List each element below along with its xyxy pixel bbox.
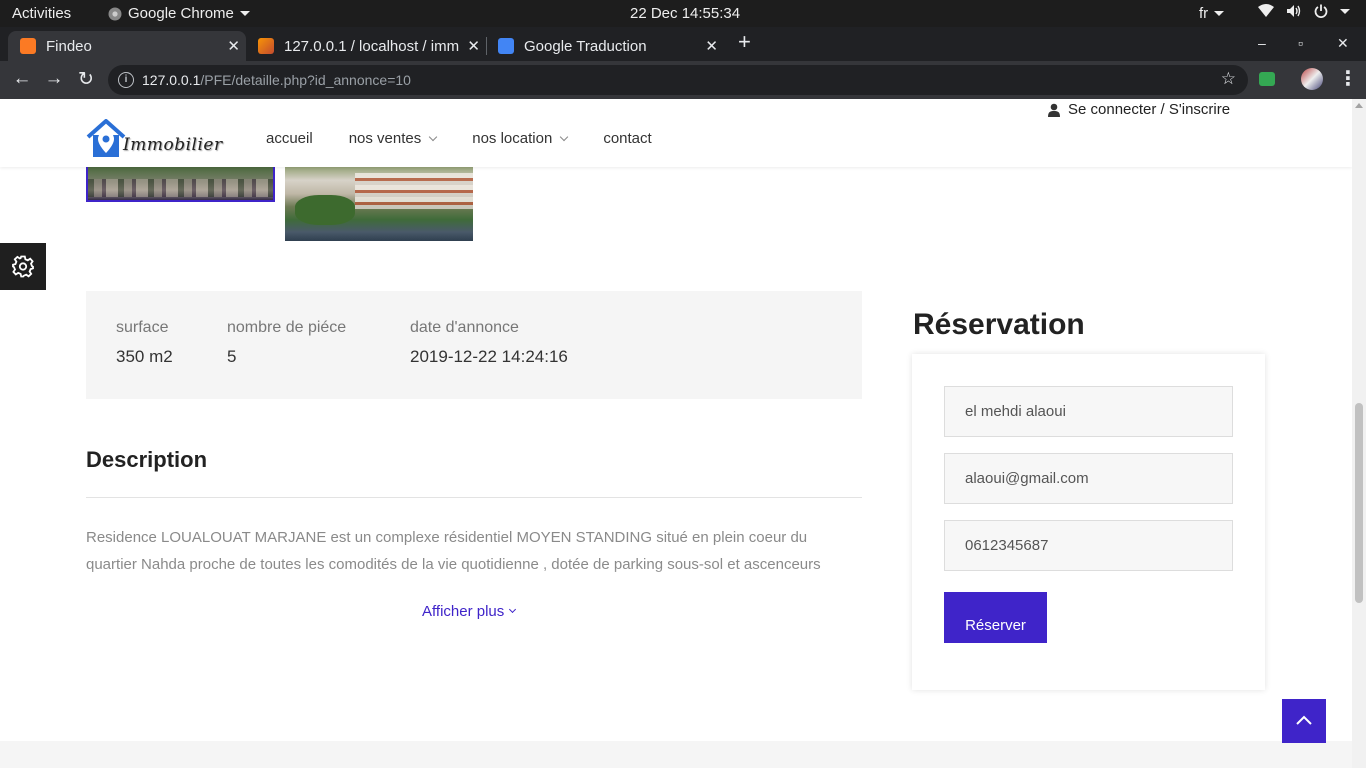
detail-value: 5: [227, 347, 237, 366]
reserve-button[interactable]: Réserver: [944, 592, 1047, 643]
login-link[interactable]: Se connecter / S'inscrire: [1048, 101, 1230, 118]
app-menu[interactable]: Google Chrome: [108, 5, 250, 22]
nav-accueil[interactable]: accueil: [266, 130, 313, 147]
volume-icon: [1287, 5, 1301, 17]
back-to-top-button[interactable]: [1282, 699, 1326, 743]
chevron-down-icon: [1340, 8, 1350, 14]
close-window-button[interactable]: ✕: [1337, 35, 1349, 52]
extension-icon[interactable]: [1259, 72, 1275, 86]
property-details: surface 350 m2 nombre de piéce 5 date d'…: [86, 291, 862, 399]
gallery-thumbnail[interactable]: [285, 165, 473, 241]
browser-toolbar: ← → ↻ i 127.0.0.1/PFE/detaille.php?id_an…: [0, 61, 1366, 99]
back-arrow-icon[interactable]: ←: [10, 68, 34, 90]
keyboard-layout-label: fr: [1199, 5, 1209, 22]
show-more-link[interactable]: Afficher plus: [422, 603, 517, 620]
nav-nos-location[interactable]: nos location: [472, 130, 569, 147]
phone-field[interactable]: [944, 520, 1233, 571]
minimize-button[interactable]: –: [1258, 35, 1266, 51]
main-nav: accueil nos ventes nos location contact: [266, 130, 688, 147]
thumbnail-detail: [295, 195, 355, 225]
nav-label: accueil: [266, 130, 313, 147]
google-translate-icon: [498, 38, 514, 54]
nav-label: nos location: [472, 130, 553, 147]
close-icon[interactable]: ✕: [467, 37, 480, 55]
new-tab-button[interactable]: +: [738, 29, 751, 55]
bookmark-star-icon[interactable]: ☆: [1221, 69, 1236, 89]
name-field[interactable]: [944, 386, 1233, 437]
phpmyadmin-icon: [258, 38, 274, 54]
maximize-button[interactable]: ▫: [1298, 35, 1303, 51]
detail-label: date d'annonce: [410, 319, 519, 336]
detail-label: surface: [116, 319, 169, 336]
os-top-bar: Activities Google Chrome 22 Dec 14:55:34…: [0, 0, 1366, 27]
clock[interactable]: 22 Dec 14:55:34: [630, 5, 740, 22]
detail-rooms: nombre de piéce 5: [227, 319, 346, 367]
detail-date: date d'annonce 2019-12-22 14:24:16: [410, 319, 568, 367]
tab-google-traduction[interactable]: Google Traduction ✕: [486, 31, 724, 61]
page-scrollbar[interactable]: [1352, 99, 1366, 768]
reload-icon[interactable]: ↻: [74, 68, 98, 91]
gear-icon: [12, 255, 34, 278]
profile-avatar[interactable]: [1301, 68, 1323, 90]
login-label: Se connecter / S'inscrire: [1068, 101, 1231, 118]
tab-title: 127.0.0.1 / localhost / imm: [284, 37, 459, 55]
app-menu-label: Google Chrome: [128, 5, 234, 22]
info-icon[interactable]: i: [118, 72, 134, 88]
brand-name: Immobilier: [123, 135, 223, 155]
url-path: /PFE/detaille.php?id_annonce=10: [200, 72, 411, 88]
chevron-down-icon: [1214, 11, 1225, 16]
thumbnail-detail: [355, 173, 473, 209]
email-field[interactable]: [944, 453, 1233, 504]
nav-label: nos ventes: [348, 130, 422, 147]
power-icon: [1314, 4, 1328, 18]
divider: [86, 497, 862, 498]
chevron-down-icon: [560, 132, 569, 141]
wifi-icon: [1258, 4, 1274, 17]
detail-surface: surface 350 m2: [116, 319, 173, 367]
reservation-form: Réserver: [912, 354, 1265, 690]
system-menu[interactable]: [1258, 4, 1350, 18]
site-logo[interactable]: Immobilier: [86, 119, 222, 161]
chevron-up-icon: [1296, 715, 1312, 725]
url-host: 127.0.0.1: [142, 72, 201, 88]
scroll-up-arrow-icon[interactable]: [1355, 103, 1363, 108]
nav-nos-ventes[interactable]: nos ventes: [348, 130, 438, 147]
user-icon: [1048, 103, 1060, 117]
url-text[interactable]: 127.0.0.1/PFE/detaille.php?id_annonce=10: [142, 72, 411, 88]
chevron-down-icon: [509, 605, 517, 614]
more-options-icon[interactable]: ⋮: [1338, 66, 1358, 91]
chevron-down-icon: [239, 11, 250, 16]
detail-value: 350 m2: [116, 347, 173, 366]
tab-findeo[interactable]: Findeo ✕: [8, 31, 246, 61]
activities-button[interactable]: Activities: [12, 5, 71, 22]
show-more-label: Afficher plus: [422, 603, 505, 620]
settings-button[interactable]: [0, 243, 46, 290]
tab-title: Google Traduction: [524, 37, 647, 55]
site-header: Immobilier accueil nos ventes nos locati…: [0, 99, 1352, 167]
detail-value: 2019-12-22 14:24:16: [410, 347, 568, 366]
forward-arrow-icon[interactable]: →: [42, 68, 66, 90]
nav-label: contact: [603, 130, 652, 147]
close-icon[interactable]: ✕: [227, 37, 240, 55]
description-text: Residence LOUALOUAT MARJANE est un compl…: [86, 529, 821, 573]
chrome-icon: [108, 7, 122, 20]
tab-title: Findeo: [46, 37, 92, 55]
thumbnail-detail: [88, 179, 273, 197]
address-bar[interactable]: i 127.0.0.1/PFE/detaille.php?id_annonce=…: [108, 65, 1248, 95]
gallery-thumbnail-selected[interactable]: [86, 165, 275, 202]
tab-strip: Findeo ✕ 127.0.0.1 / localhost / imm ✕ G…: [0, 27, 1366, 61]
close-icon[interactable]: ✕: [705, 37, 718, 55]
keyboard-layout-menu[interactable]: fr: [1199, 5, 1225, 22]
footer-edge: [0, 741, 1352, 768]
detail-label: nombre de piéce: [227, 319, 347, 336]
nav-contact[interactable]: contact: [603, 130, 651, 147]
page-viewport: Immobilier accueil nos ventes nos locati…: [0, 99, 1352, 768]
tab-phpmyadmin[interactable]: 127.0.0.1 / localhost / imm ✕: [246, 31, 486, 61]
xampp-icon: [20, 38, 36, 54]
scrollbar-thumb[interactable]: [1355, 403, 1363, 603]
reservation-heading: Réservation: [913, 308, 1085, 341]
house-pin-icon: [86, 119, 126, 157]
chevron-down-icon: [429, 132, 438, 141]
description-heading: Description: [86, 447, 208, 472]
